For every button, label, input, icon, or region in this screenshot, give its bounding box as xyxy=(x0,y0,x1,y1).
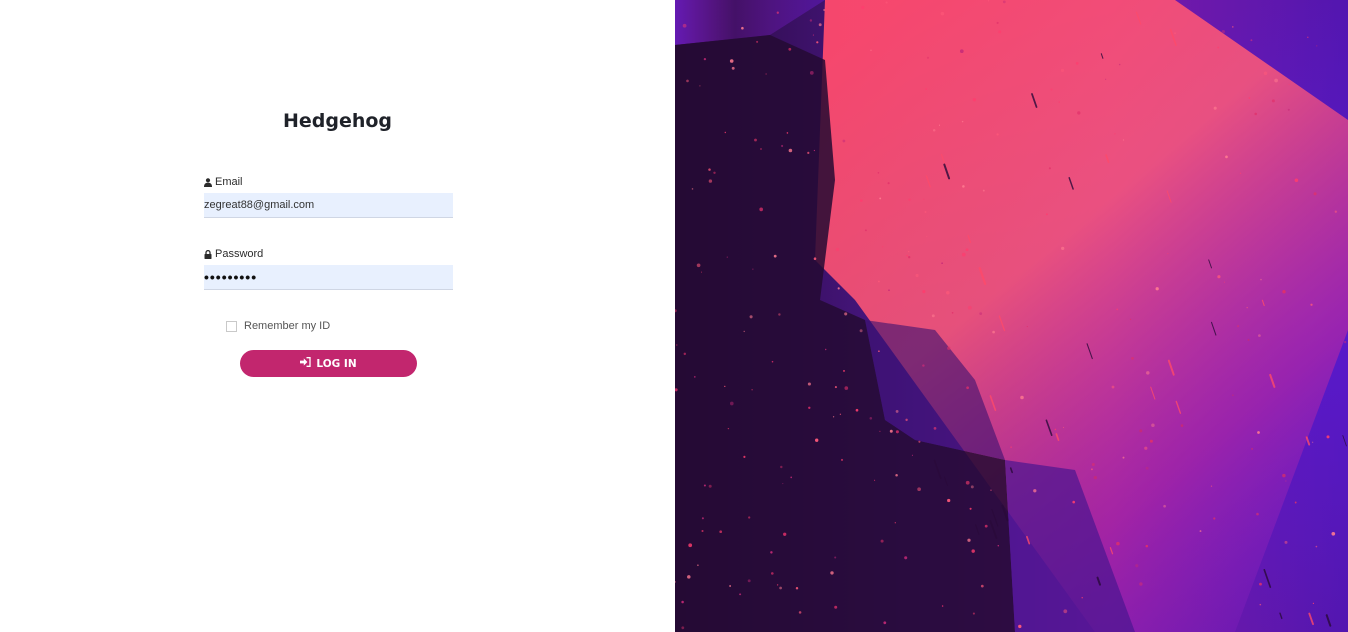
login-button-label: LOG IN xyxy=(316,357,357,370)
lock-icon xyxy=(204,249,212,259)
email-field[interactable] xyxy=(204,193,453,218)
login-panel: Hedgehog Email Password ••••••••• xyxy=(0,0,675,632)
app-title: Hedgehog xyxy=(282,110,393,132)
remember-checkbox[interactable] xyxy=(226,320,237,332)
password-label-text: Password xyxy=(215,248,264,260)
password-field[interactable]: ••••••••• xyxy=(204,265,453,290)
email-label: Email xyxy=(204,176,243,188)
abstract-purple-art xyxy=(675,0,1348,632)
email-label-text: Email xyxy=(215,176,243,188)
login-button[interactable]: LOG IN xyxy=(240,350,417,377)
background-image xyxy=(675,0,1348,632)
password-value: ••••••••• xyxy=(204,269,258,285)
sign-in-icon xyxy=(300,357,312,370)
remember-label: Remember my ID xyxy=(244,320,331,332)
user-icon xyxy=(204,177,212,187)
remember-me: Remember my ID xyxy=(226,320,330,332)
password-label: Password xyxy=(204,248,263,260)
login-page: Hedgehog Email Password ••••••••• xyxy=(0,0,1348,632)
